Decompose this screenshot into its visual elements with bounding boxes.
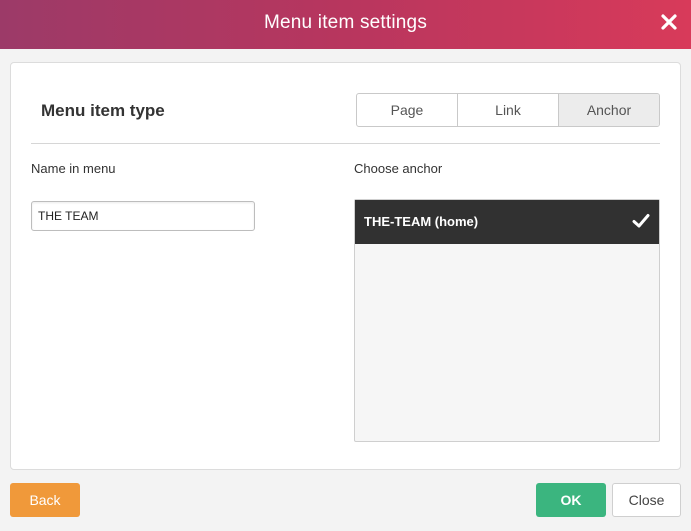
anchor-list: THE-TEAM (home): [354, 199, 660, 442]
choose-anchor-label: Choose anchor: [354, 161, 443, 176]
close-button[interactable]: Close: [612, 483, 681, 517]
settings-panel: Menu item type Page Link Anchor Name in …: [10, 62, 681, 470]
checkmark-icon: [632, 212, 650, 230]
dialog-titlebar: Menu item settings: [0, 0, 691, 49]
ok-button[interactable]: OK: [536, 483, 606, 517]
anchor-list-item[interactable]: THE-TEAM (home): [355, 200, 659, 244]
menu-item-type-selector: Page Link Anchor: [356, 93, 660, 127]
type-option-link[interactable]: Link: [458, 94, 559, 126]
back-button[interactable]: Back: [10, 483, 80, 517]
name-in-menu-label: Name in menu: [31, 161, 116, 176]
anchor-item-label: THE-TEAM (home): [364, 214, 479, 229]
name-in-menu-input[interactable]: [31, 201, 255, 231]
close-icon[interactable]: [657, 10, 681, 34]
type-option-page[interactable]: Page: [357, 94, 458, 126]
type-option-anchor[interactable]: Anchor: [559, 94, 659, 126]
section-divider: [31, 143, 660, 144]
menu-item-type-heading: Menu item type: [41, 101, 165, 120]
dialog-title: Menu item settings: [263, 12, 428, 33]
